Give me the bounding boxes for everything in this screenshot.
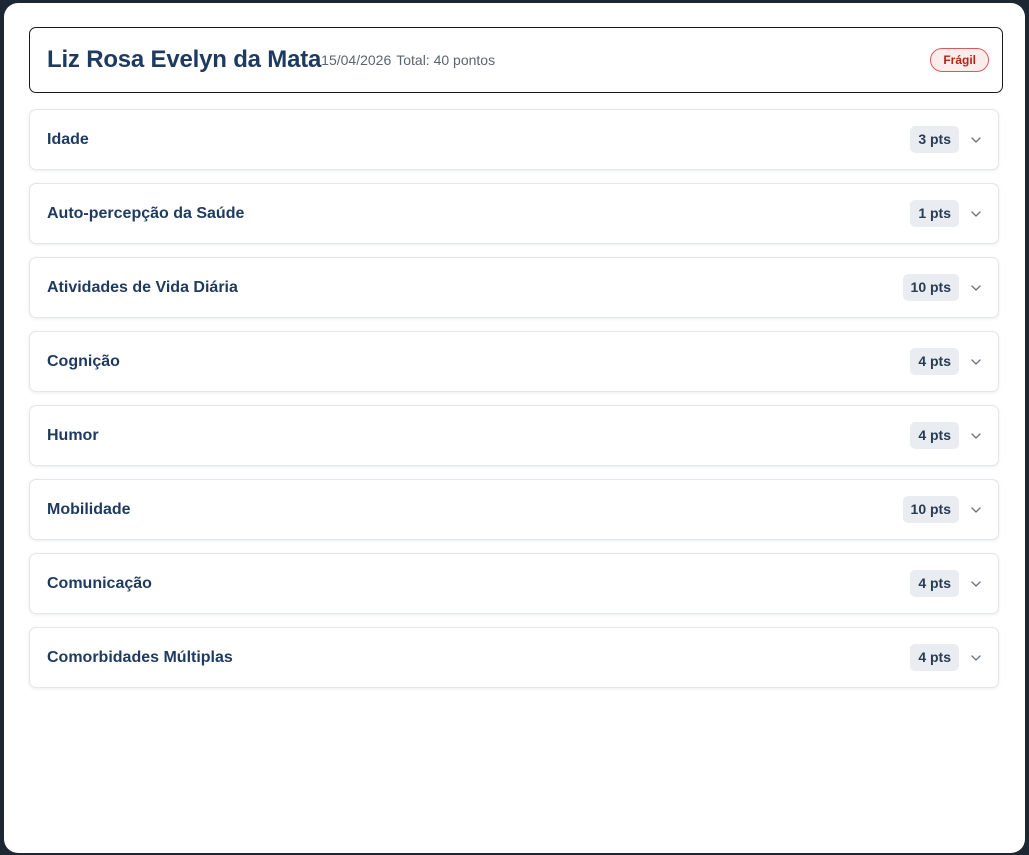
section-label: Humor [47, 426, 99, 444]
chevron-down-icon[interactable] [971, 505, 981, 515]
section-item-atividades[interactable]: Atividades de Vida Diária 10 pts [29, 257, 999, 318]
chevron-down-icon[interactable] [971, 135, 981, 145]
patient-name: Liz Rosa Evelyn da Mata [47, 46, 322, 73]
section-list: Idade 3 pts Auto-percepção da Saúde 1 pt… [29, 109, 999, 701]
assessment-date: 15/04/2026 [321, 52, 392, 68]
section-label: Comorbidades Múltiplas [47, 648, 233, 666]
chevron-down-icon[interactable] [971, 431, 981, 441]
points-badge: 10 pts [902, 496, 959, 523]
section-item-humor[interactable]: Humor 4 pts [29, 405, 999, 466]
points-badge: 4 pts [910, 348, 959, 375]
assessment-modal: Liz Rosa Evelyn da Mata 15/04/2026 Total… [4, 3, 1025, 853]
points-badge: 10 pts [902, 274, 959, 301]
points-badge: 4 pts [910, 644, 959, 671]
section-item-cognicao[interactable]: Cognição 4 pts [29, 331, 999, 392]
assessment-meta: 15/04/2026 Total: 40 pontos [321, 52, 495, 68]
section-item-auto-percepcao[interactable]: Auto-percepção da Saúde 1 pts [29, 183, 999, 244]
section-label: Auto-percepção da Saúde [47, 204, 245, 222]
section-label: Cognição [47, 352, 120, 370]
chevron-down-icon[interactable] [971, 209, 981, 219]
status-badge: Frágil [930, 48, 989, 72]
section-item-comunicacao[interactable]: Comunicação 4 pts [29, 553, 999, 614]
section-label: Comunicação [47, 574, 152, 592]
assessment-total: Total: 40 pontos [396, 52, 496, 68]
section-item-idade[interactable]: Idade 3 pts [29, 109, 999, 170]
points-badge: 4 pts [910, 570, 959, 597]
section-label: Atividades de Vida Diária [47, 278, 238, 296]
patient-header: Liz Rosa Evelyn da Mata 15/04/2026 Total… [29, 27, 1003, 93]
chevron-down-icon[interactable] [971, 579, 981, 589]
points-badge: 4 pts [910, 422, 959, 449]
section-item-comorbidades[interactable]: Comorbidades Múltiplas 4 pts [29, 627, 999, 688]
section-label: Mobilidade [47, 500, 131, 518]
points-badge: 1 pts [910, 200, 959, 227]
chevron-down-icon[interactable] [971, 357, 981, 367]
chevron-down-icon[interactable] [971, 653, 981, 663]
chevron-down-icon[interactable] [971, 283, 981, 293]
section-label: Idade [47, 130, 89, 148]
points-badge: 3 pts [910, 126, 959, 153]
section-item-mobilidade[interactable]: Mobilidade 10 pts [29, 479, 999, 540]
